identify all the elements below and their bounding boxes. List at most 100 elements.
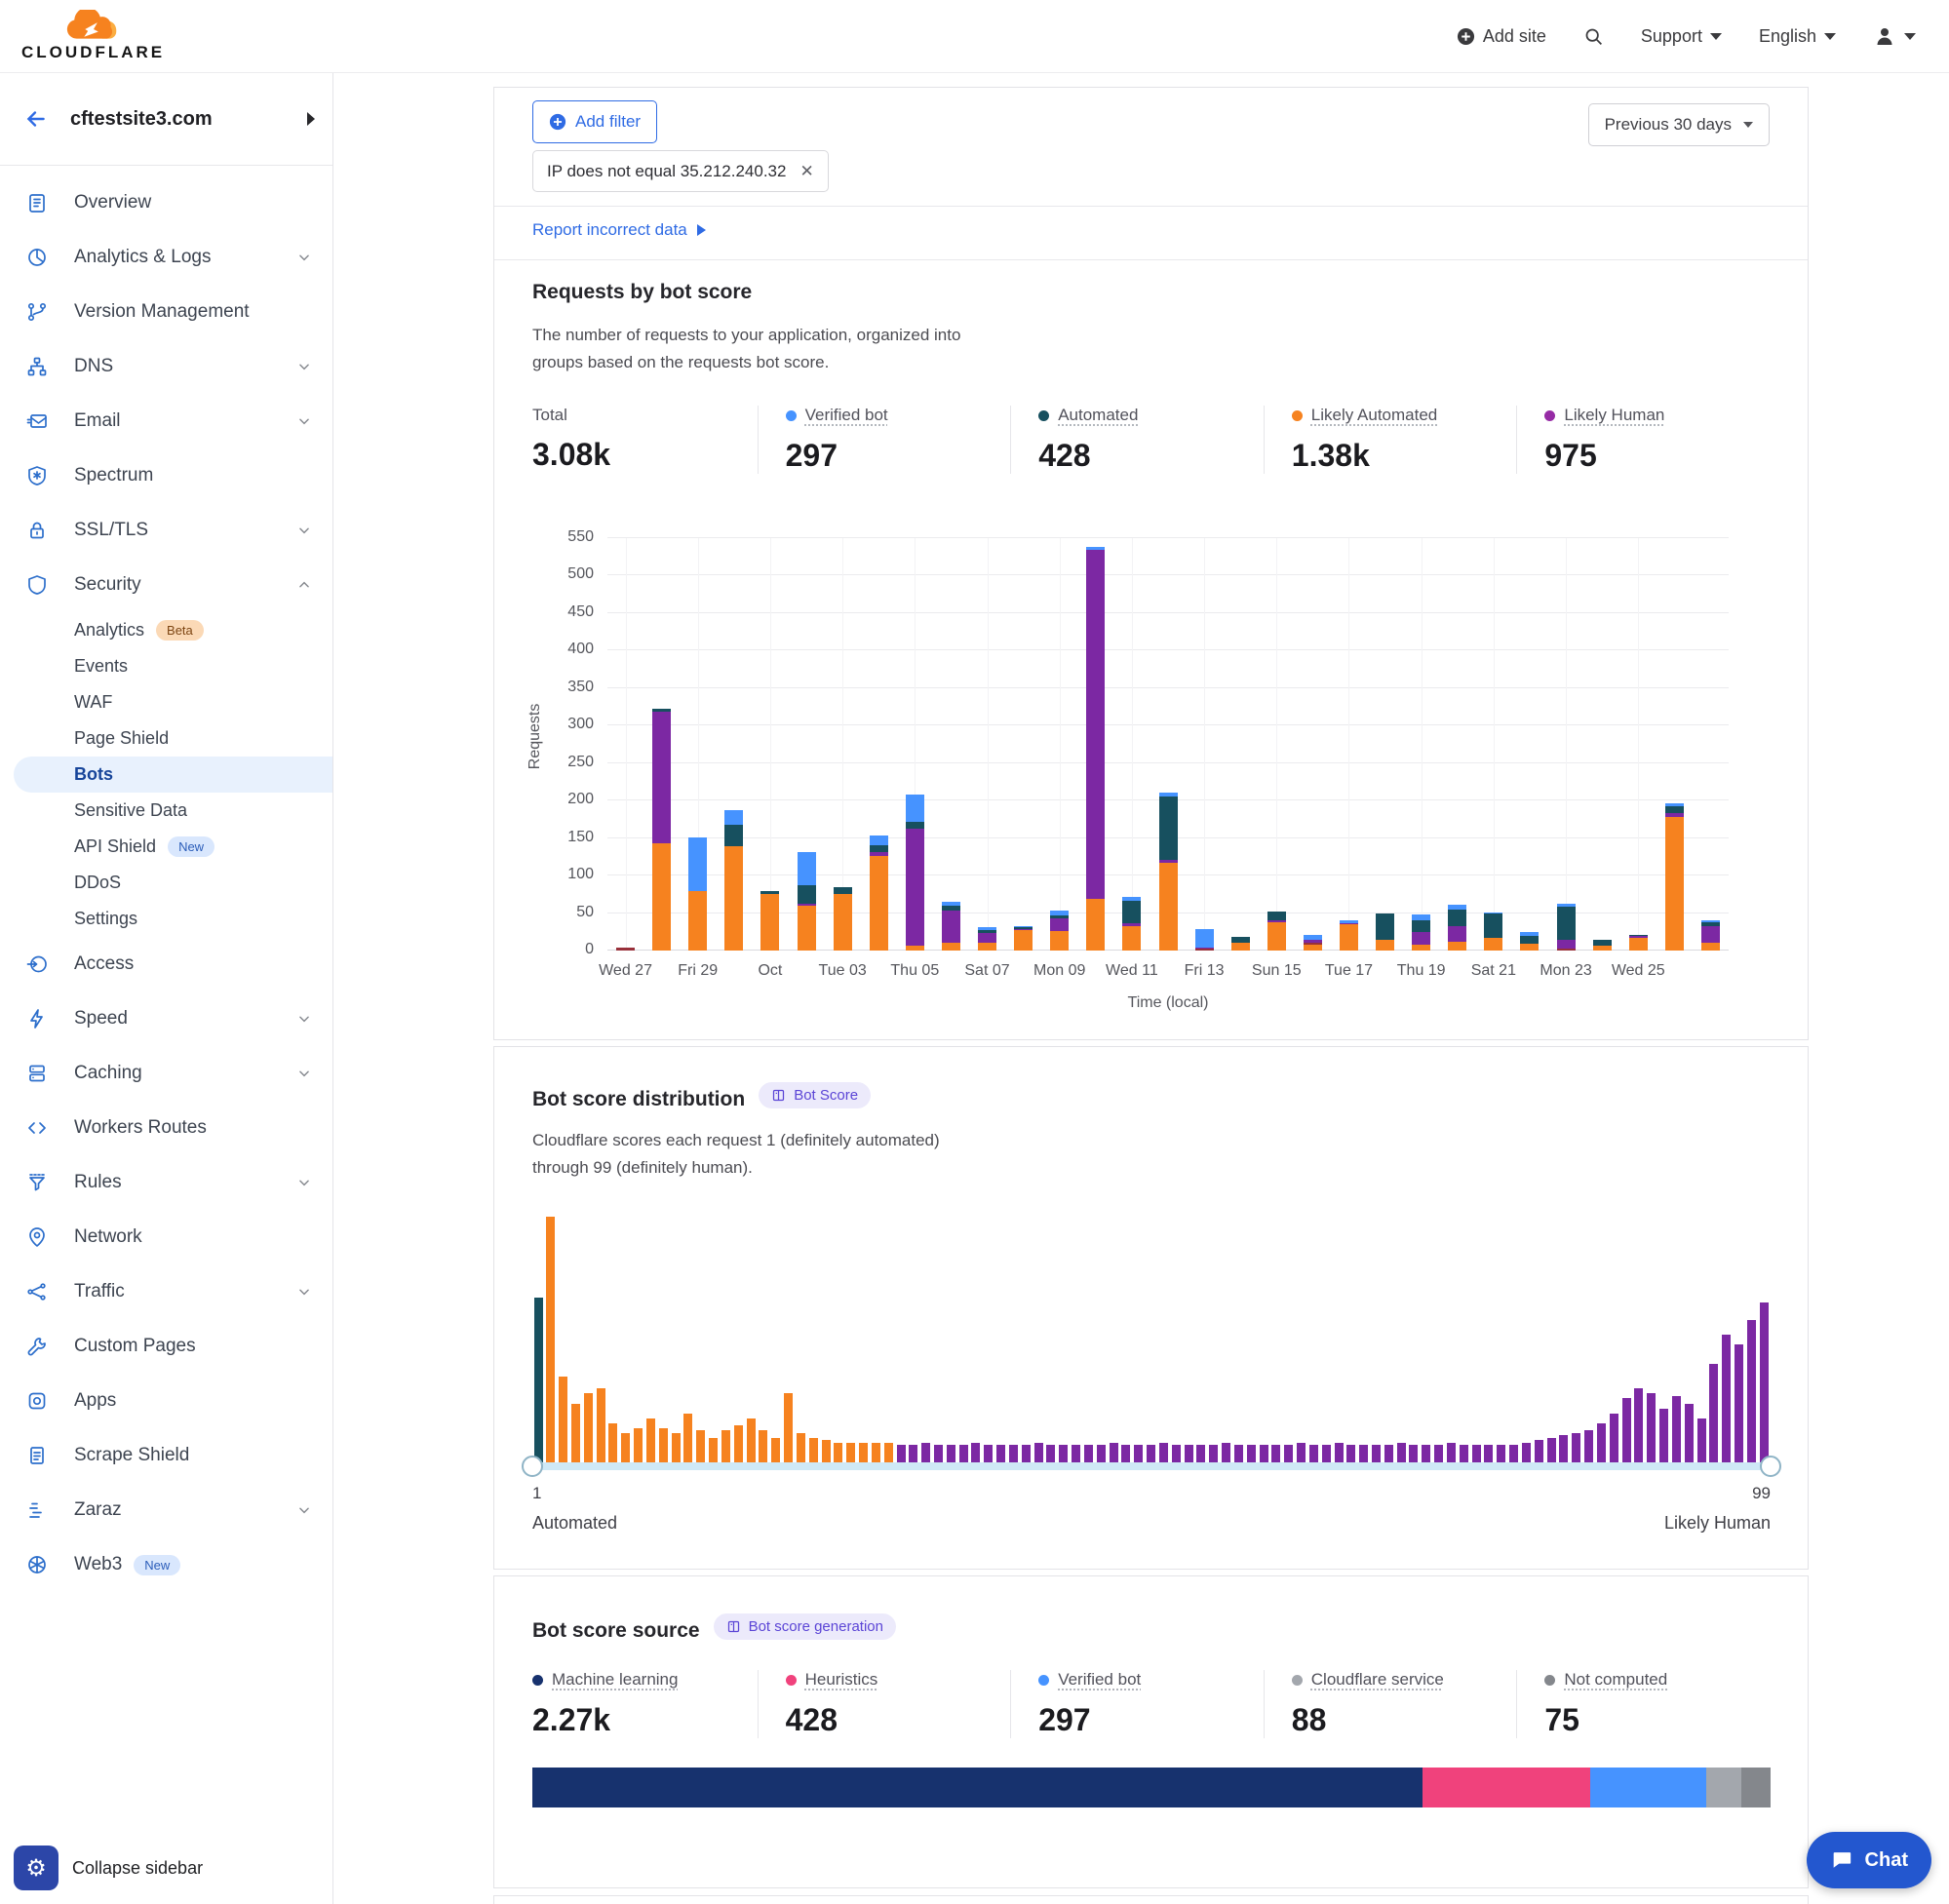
sidebar-item-sensitive-data[interactable]: Sensitive Data xyxy=(0,793,332,829)
sidebar-item-spectrum[interactable]: Spectrum xyxy=(0,448,332,503)
y-tick-label: 550 xyxy=(537,528,594,546)
sidebar-item-ddos[interactable]: DDoS xyxy=(0,865,332,901)
score-range-slider-track[interactable] xyxy=(532,1462,1771,1470)
back-arrow-icon[interactable] xyxy=(23,106,49,132)
histogram-bin-60 xyxy=(1271,1445,1280,1462)
doc-book-icon xyxy=(726,1619,741,1634)
sidebar-item-scrape-shield[interactable]: Scrape Shield xyxy=(0,1428,332,1483)
v-gridline xyxy=(770,538,771,951)
bot-score-doc-badge[interactable]: Bot Score xyxy=(759,1082,871,1108)
stat-term[interactable]: Likely Human xyxy=(1564,406,1664,425)
bar-segment-likely_human xyxy=(942,911,960,942)
histogram-bin-17 xyxy=(734,1425,743,1462)
histogram-bin-88 xyxy=(1622,1398,1631,1462)
sidebar-item-analytics-logs[interactable]: Analytics & Logs xyxy=(0,230,332,285)
bar-segment-verified_bot xyxy=(1195,929,1214,948)
collapse-sidebar-button[interactable]: Collapse sidebar xyxy=(72,1858,203,1879)
requests-bar-26 xyxy=(1557,904,1576,951)
sidebar-item-settings[interactable]: Settings xyxy=(0,901,332,937)
bar-segment-likely_automated xyxy=(1701,943,1720,951)
histogram-bin-62 xyxy=(1297,1443,1306,1462)
sidebar-item-apps[interactable]: Apps xyxy=(0,1374,332,1428)
sidebar-item-dns[interactable]: DNS xyxy=(0,339,332,394)
sidebar-item-zaraz[interactable]: Zaraz xyxy=(0,1483,332,1537)
user-menu[interactable] xyxy=(1873,24,1916,48)
stat-term[interactable]: Not computed xyxy=(1564,1670,1667,1690)
bar-segment-verified_bot xyxy=(906,795,924,822)
bot-score-generation-badge[interactable]: Bot score generation xyxy=(714,1613,896,1640)
stat-term[interactable]: Machine learning xyxy=(552,1670,678,1690)
bar-segment-likely_human xyxy=(652,712,671,843)
histogram-bin-99 xyxy=(1760,1302,1769,1462)
source-stat-value: 75 xyxy=(1544,1702,1770,1738)
sidebar-item-rules[interactable]: Rules xyxy=(0,1155,332,1210)
source-segment-machine-learning xyxy=(532,1768,1423,1807)
sidebar-item-ssl-tls[interactable]: SSL/TLS xyxy=(0,503,332,558)
sidebar-item-security[interactable]: Security xyxy=(0,558,332,612)
sidebar-item-label: Speed xyxy=(74,1008,128,1030)
sidebar-item-waf[interactable]: WAF xyxy=(0,684,332,720)
sidebar-item-security-analytics[interactable]: AnalyticsBeta xyxy=(0,612,332,648)
sidebar-item-network[interactable]: Network xyxy=(0,1210,332,1264)
add-site-button[interactable]: Add site xyxy=(1457,26,1546,47)
histogram-bin-18 xyxy=(747,1418,756,1462)
histogram-bin-8 xyxy=(621,1433,630,1462)
histogram-bin-52 xyxy=(1172,1445,1181,1462)
main-content: Add filter IP does not equal 35.212.240.… xyxy=(333,73,1949,1904)
sidebar-item-workers-routes[interactable]: Workers Routes xyxy=(0,1101,332,1155)
stat-term[interactable]: Verified bot xyxy=(1058,1670,1141,1690)
histogram-bin-85 xyxy=(1584,1430,1593,1462)
support-menu[interactable]: Support xyxy=(1641,26,1722,47)
chat-button[interactable]: Chat xyxy=(1807,1832,1931,1888)
histogram-bin-78 xyxy=(1497,1445,1505,1462)
language-menu[interactable]: English xyxy=(1759,26,1836,47)
histogram-bin-33 xyxy=(934,1445,943,1462)
sidebar-item-custom-pages[interactable]: Custom Pages xyxy=(0,1319,332,1374)
y-tick-label: 300 xyxy=(537,716,594,733)
bot-score-histogram xyxy=(532,1213,1771,1462)
stat-term[interactable]: Verified bot xyxy=(805,406,888,425)
sidebar-item-api-shield[interactable]: API ShieldNew xyxy=(0,829,332,865)
histogram-bin-48 xyxy=(1121,1445,1130,1462)
settings-gear-button[interactable]: ⚙ xyxy=(14,1846,58,1890)
sidebar-item-access[interactable]: Access xyxy=(0,937,332,991)
requests-bar-18 xyxy=(1267,912,1286,951)
date-range-dropdown[interactable]: Previous 30 days xyxy=(1588,103,1770,146)
bar-segment-automated xyxy=(1448,910,1466,927)
sidebar-item-caching[interactable]: Caching xyxy=(0,1046,332,1101)
close-icon[interactable]: ✕ xyxy=(799,162,813,181)
sidebar-item-bots[interactable]: Bots xyxy=(14,757,332,793)
histogram-bin-68 xyxy=(1372,1445,1381,1462)
h-gridline xyxy=(607,687,1729,688)
sidebar-item-version-management[interactable]: Version Management xyxy=(0,285,332,339)
sidebar-item-web3[interactable]: Web3New xyxy=(0,1537,332,1592)
filter-chip[interactable]: IP does not equal 35.212.240.32 ✕ xyxy=(532,150,829,192)
sidebar-item-events[interactable]: Events xyxy=(0,648,332,684)
slider-handle-min[interactable] xyxy=(522,1456,543,1477)
stat-term[interactable]: Likely Automated xyxy=(1311,406,1437,425)
site-expand-caret-icon[interactable] xyxy=(307,112,315,126)
y-tick-label: 250 xyxy=(537,754,594,771)
histogram-bin-25 xyxy=(834,1443,842,1462)
gear-icon: ⚙ xyxy=(25,1854,47,1883)
slider-handle-max[interactable] xyxy=(1760,1456,1781,1477)
report-incorrect-data-link[interactable]: Report incorrect data xyxy=(532,220,706,240)
sidebar-item-page-shield[interactable]: Page Shield xyxy=(0,720,332,757)
stat-term[interactable]: Automated xyxy=(1058,406,1138,425)
y-tick-label: 150 xyxy=(537,829,594,846)
sidebar-item-overview[interactable]: Overview xyxy=(0,175,332,230)
stat-term[interactable]: Heuristics xyxy=(805,1670,878,1690)
add-filter-button[interactable]: Add filter xyxy=(532,100,657,143)
top-header: CLOUDFLARE Add site Support English xyxy=(0,0,1949,73)
search-button[interactable] xyxy=(1583,26,1604,47)
sidebar-item-label: WAF xyxy=(74,692,112,713)
date-range-label: Previous 30 days xyxy=(1605,115,1732,135)
sidebar-item-traffic[interactable]: Traffic xyxy=(0,1264,332,1319)
bar-segment-likely_automated xyxy=(1629,938,1648,951)
h-gridline xyxy=(607,649,1729,650)
stat-term[interactable]: Cloudflare service xyxy=(1311,1670,1444,1690)
histogram-bin-9 xyxy=(634,1428,643,1462)
bar-segment-likely_human xyxy=(906,829,924,947)
sidebar-item-email[interactable]: Email xyxy=(0,394,332,448)
sidebar-item-speed[interactable]: Speed xyxy=(0,991,332,1046)
